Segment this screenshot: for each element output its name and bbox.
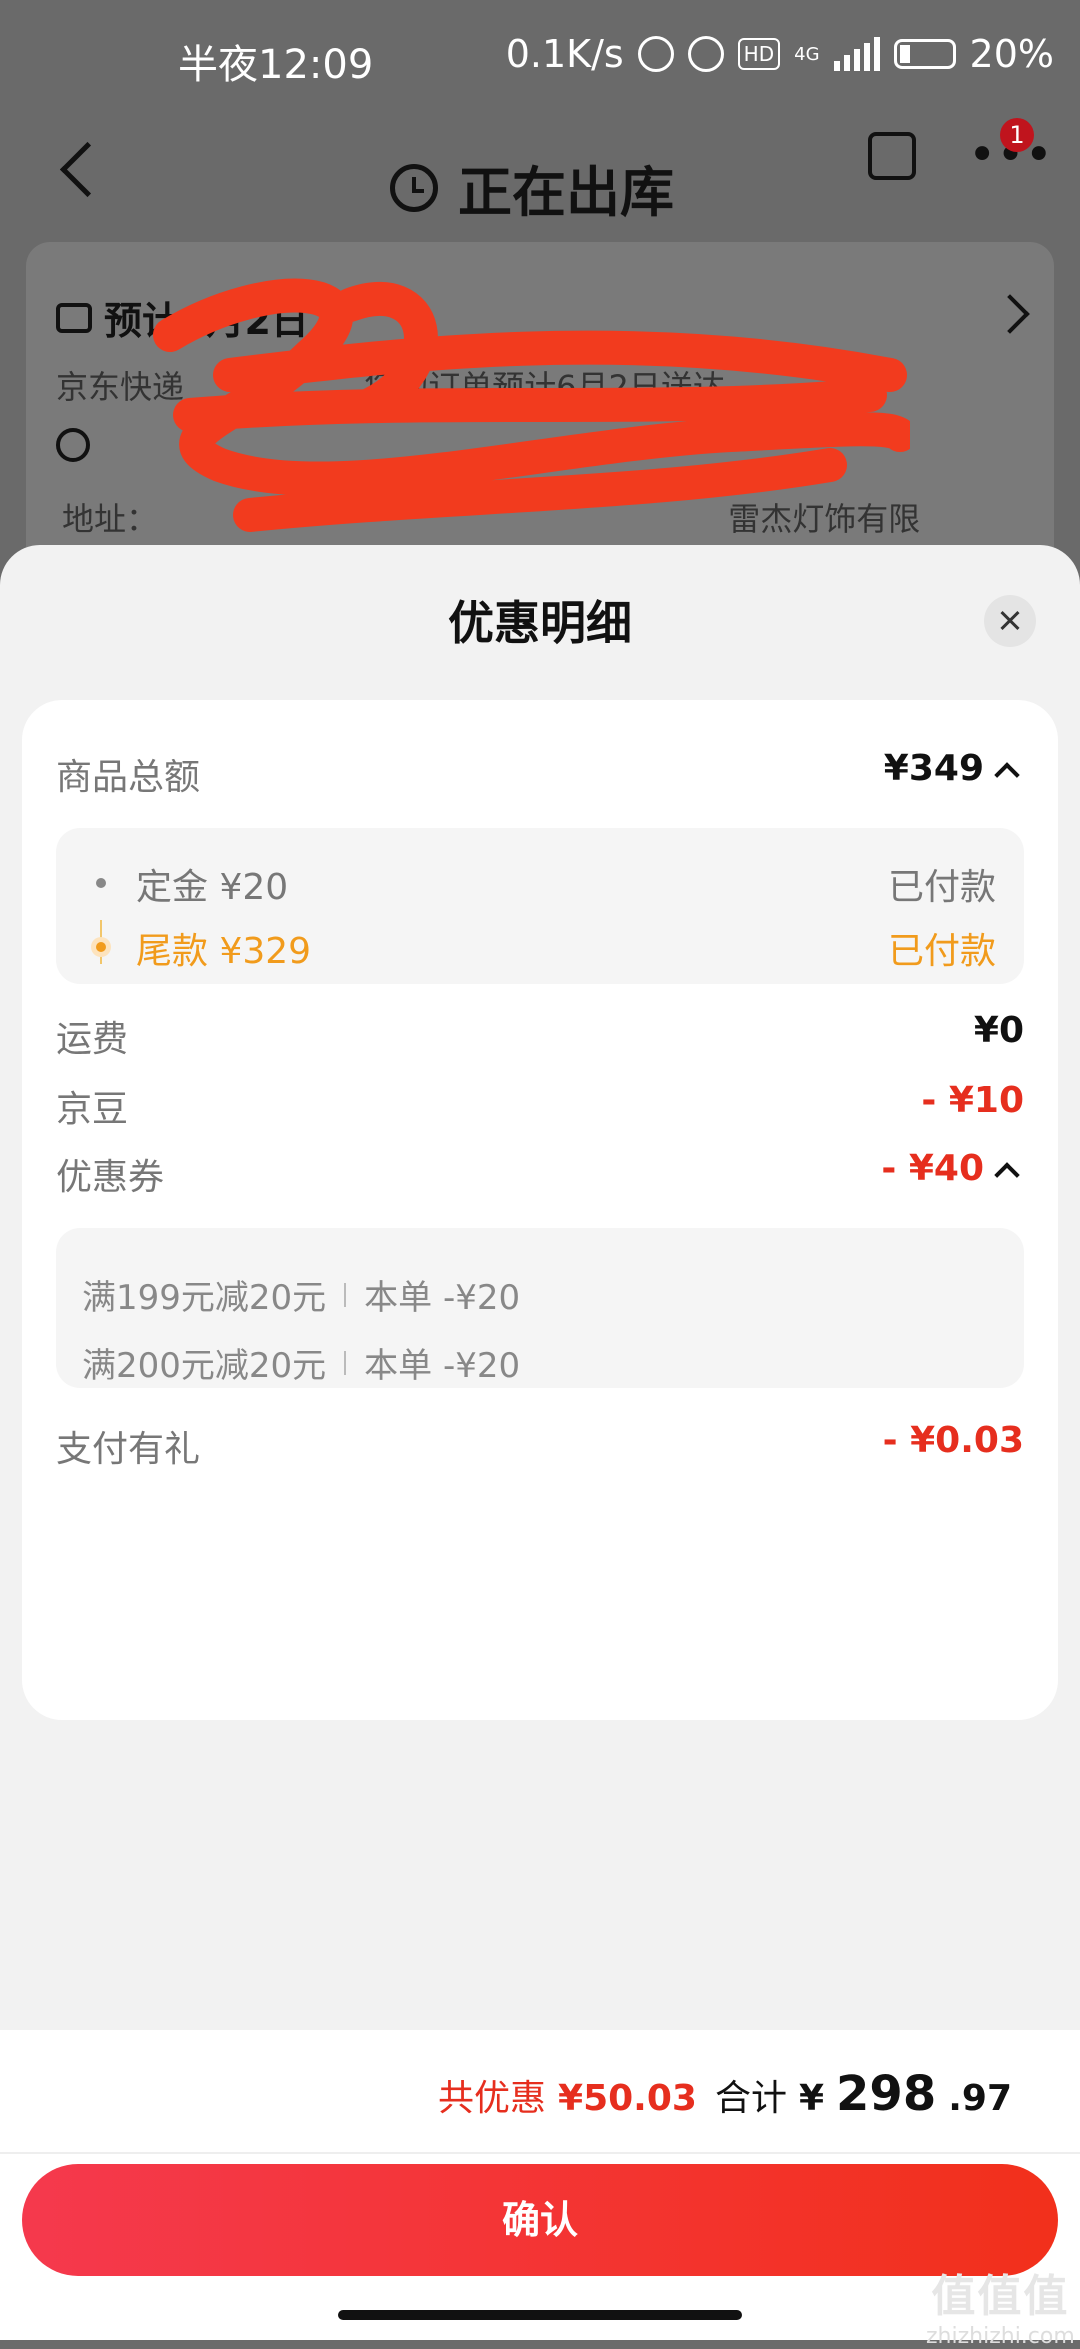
coupon-item-name: 满200元减20元: [82, 1346, 327, 1386]
pay-gift-row: 支付有礼 - ¥0.03: [56, 1420, 1024, 1480]
coupon-row[interactable]: 优惠券 - ¥40: [56, 1148, 1024, 1208]
nav-bar: 正在出库 ••• 1: [0, 110, 1080, 230]
coupon-item-amount: 本单 -¥20: [364, 1278, 521, 1318]
background-page: 半夜12:09 0.1K/s HD 4G 20% 正在出库 ••• 1 预计6月…: [0, 0, 1080, 572]
status-time: 半夜12:09: [178, 42, 374, 88]
shipping-row: 运费 ¥0: [56, 1010, 1024, 1070]
chevron-up-icon: [994, 1162, 1020, 1188]
share-icon[interactable]: [868, 132, 916, 180]
battery-icon: [893, 39, 956, 69]
pay-gift-label: 支付有礼: [56, 1429, 201, 1470]
clock-icon: [390, 163, 438, 212]
total-summary: 共优惠 ¥50.03 合计 ¥298 .97: [438, 2066, 1012, 2122]
truck-icon: [56, 302, 92, 333]
balance-row: 尾款 ¥329 已付款: [56, 922, 1024, 972]
checkout-footer: 共优惠 ¥50.03 合计 ¥298 .97 确认: [0, 2030, 1080, 2340]
watermark: 值值值 zhizhizhi.com: [926, 2260, 1075, 2349]
close-icon[interactable]: [984, 595, 1036, 647]
chevron-up-icon: [994, 762, 1020, 788]
watermark-logo: 值值值: [931, 2271, 1070, 2322]
deposit-dot: [96, 878, 106, 888]
pay-gift-value: - ¥0.03: [882, 1420, 1024, 1461]
discount-card: 商品总额 ¥349 定金 ¥20 已付款 尾款 ¥329 已付款 运费 ¥0 京…: [22, 700, 1058, 1720]
sheet-title: 优惠明细: [448, 596, 632, 650]
coupon-label: 优惠券: [56, 1157, 165, 1198]
discount-value: ¥50.03: [558, 2078, 697, 2119]
coupon-item: 满200元减20元 本单 -¥20: [82, 1338, 520, 1387]
coupon-separator: [344, 1282, 347, 1307]
balance-dot: [96, 942, 106, 952]
balance-label: 尾款 ¥329: [136, 931, 312, 972]
redaction-scribble: [153, 278, 910, 532]
page-title-text: 正在出库: [458, 161, 674, 224]
total-decimal: .97: [948, 2078, 1012, 2119]
signal-icon: [833, 37, 880, 71]
home-indicator[interactable]: [338, 2310, 742, 2320]
coupon-item-name: 满199元减20元: [82, 1278, 327, 1318]
payment-stages: 定金 ¥20 已付款 尾款 ¥329 已付款: [56, 828, 1024, 984]
battery-level: 20%: [969, 32, 1054, 76]
deposit-label: 定金 ¥20: [136, 867, 289, 908]
total-label: 合计: [714, 2078, 787, 2119]
goods-total-label: 商品总额: [56, 757, 201, 798]
location-icon: [56, 428, 90, 462]
mute-icon: [637, 36, 674, 72]
deposit-row: 定金 ¥20 已付款: [56, 858, 1024, 908]
deposit-status: 已付款: [887, 867, 996, 908]
coupon-value: - ¥40: [881, 1148, 984, 1189]
discount-label: 共优惠: [438, 2078, 547, 2119]
jingdou-value: - ¥10: [921, 1080, 1024, 1121]
coupon-item: 满199元减20元 本单 -¥20: [82, 1270, 520, 1319]
status-icons: 0.1K/s HD 4G 20%: [506, 32, 1054, 76]
notification-badge: 1: [1000, 118, 1034, 152]
confirm-button[interactable]: 确认: [22, 2164, 1058, 2276]
page-title: 正在出库: [390, 148, 674, 227]
footer-divider: [0, 2152, 1080, 2154]
back-icon[interactable]: [54, 132, 104, 212]
status-bar: 半夜12:09 0.1K/s HD 4G 20%: [0, 0, 1080, 110]
shipping-label: 运费: [56, 1019, 129, 1060]
balance-status: 已付款: [887, 931, 996, 972]
total-currency: ¥: [798, 2078, 825, 2119]
network-type: 4G: [794, 43, 820, 65]
shipping-value: ¥0: [973, 1010, 1024, 1051]
coupon-separator: [344, 1350, 347, 1375]
network-speed: 0.1K/s: [505, 32, 624, 76]
coupon-item-amount: 本单 -¥20: [364, 1346, 521, 1386]
recipient-row: [56, 428, 90, 462]
goods-total-value: ¥349: [883, 748, 984, 789]
alarm-icon: [687, 36, 724, 72]
total-integer: 298: [836, 2066, 937, 2122]
jingdou-row: 京豆 - ¥10: [56, 1080, 1024, 1140]
jingdou-label: 京豆: [56, 1089, 129, 1130]
watermark-url: zhizhizhi.com: [926, 2324, 1075, 2349]
goods-total-row[interactable]: 商品总额 ¥349: [56, 748, 1024, 808]
hd-icon: HD: [737, 38, 781, 70]
